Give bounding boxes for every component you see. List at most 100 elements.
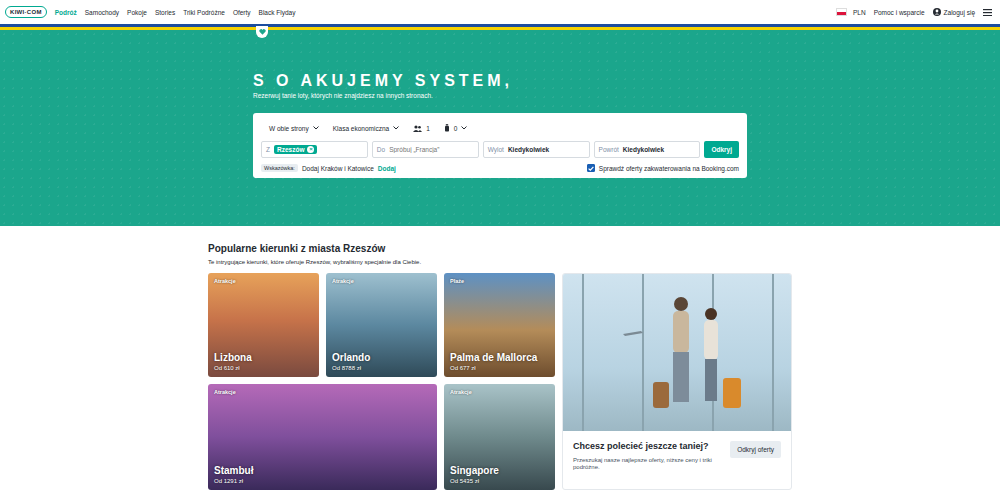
chip-remove-button[interactable]: ×	[307, 146, 314, 153]
search-button[interactable]: Odkryj	[704, 141, 739, 158]
hero: S O AKUJEMY SYSTEM, Rezerwuj tanie loty, …	[0, 30, 1000, 226]
passengers-icon	[413, 125, 422, 132]
destination-info: Singapore Od 5435 zł	[450, 465, 549, 484]
hint-badge: Wskazówka:	[261, 164, 298, 172]
bags-count: 0	[454, 125, 458, 132]
kiwi-logo[interactable]: KIWI·COM	[5, 6, 47, 18]
destination-card[interactable]: Plaże Palma de Mallorca Od 677 zł	[444, 273, 555, 377]
to-label: Do	[377, 146, 385, 153]
promo-description: Przeszukaj nasze najlepsze oferty, niższ…	[573, 457, 722, 473]
login-button[interactable]: Zaloguj się	[933, 8, 975, 16]
hero-title: S O AKUJEMY SYSTEM,	[253, 72, 747, 90]
hero-inner: S O AKUJEMY SYSTEM, Rezerwuj tanie loty, …	[253, 30, 747, 178]
to-input[interactable]	[389, 146, 474, 153]
promo-body: Chcesz polecieć jeszcze taniej? Przeszuka…	[563, 431, 791, 478]
login-label: Zaloguj się	[944, 9, 975, 16]
promo-photo	[563, 274, 791, 431]
search-extras: Wskazówka: Dodaj Kraków i Katowice Dodaj Sp…	[261, 164, 739, 172]
menu-button[interactable]	[983, 9, 992, 16]
nav-right: PLN Pomoc i wsparcie Zaloguj się	[836, 8, 992, 16]
destination-price: Od 8788 zł	[332, 365, 431, 371]
trip-type-label: W obie strony	[269, 125, 309, 132]
hint-add-link[interactable]: Dodaj	[378, 165, 396, 172]
nav-left: KIWI·COM Podróż Samochody Pokoje Stories Trik…	[5, 6, 295, 18]
chevron-down-icon	[393, 126, 399, 130]
destinations-section: Popularne kierunki z miasta Rzeszów Te in…	[208, 226, 792, 490]
destination-info: Orlando Od 8788 zł	[332, 352, 431, 371]
nav-item[interactable]: Pokoje	[127, 7, 147, 18]
destination-price: Od 677 zł	[450, 365, 549, 371]
destination-price: Od 5435 zł	[450, 478, 549, 484]
hint: Wskazówka: Dodaj Kraków i Katowice Dodaj	[261, 164, 396, 172]
trip-type-dropdown[interactable]: W obie strony	[269, 125, 319, 132]
cabin-label: Klasa ekonomiczna	[333, 125, 389, 132]
return-label: Powrót	[599, 146, 619, 153]
bag-icon	[444, 124, 450, 132]
top-nav: KIWI·COM Podróż Samochody Pokoje Stories Trik…	[0, 0, 1000, 24]
search-options: W obie strony Klasa ekonomiczna 1 0	[261, 121, 739, 135]
return-field[interactable]: PowrótKiedykolwiek	[594, 141, 701, 158]
user-icon	[933, 8, 941, 16]
passengers-dropdown[interactable]: 1	[413, 125, 430, 132]
currency-selector[interactable]: PLN	[836, 8, 866, 16]
section-title: Popularne kierunki z miasta Rzeszów	[208, 243, 792, 254]
promo-title: Chcesz polecieć jeszcze taniej?	[573, 441, 722, 453]
destination-tag: Atrakcje	[450, 389, 549, 395]
destination-tag: Atrakcje	[214, 389, 431, 395]
destination-card[interactable]: Atrakcje Stambuł Od 1291 zł	[208, 384, 437, 490]
hint-text: Dodaj Kraków i Katowice	[302, 165, 374, 172]
to-field[interactable]: Do	[372, 141, 479, 158]
destination-city: Orlando	[332, 352, 431, 363]
destination-city: Lizbona	[214, 352, 313, 363]
section-subtitle: Te intrygujące kierunki, które oferuje R…	[208, 259, 792, 265]
destination-city: Singapore	[450, 465, 549, 476]
check-icon	[588, 166, 594, 171]
help-link[interactable]: Pomoc i wsparcie	[874, 9, 925, 16]
booking-checkbox-row[interactable]: Sprawdź oferty zakwaterowania na Booking…	[587, 164, 739, 172]
destination-card[interactable]: Atrakcje Orlando Od 8788 zł	[326, 273, 437, 377]
currency-label: PLN	[853, 9, 866, 16]
destination-city: Palma de Mallorca	[450, 352, 549, 363]
destination-card[interactable]: Atrakcje Singapore Od 5435 zł	[444, 384, 555, 490]
destinations-grid: AtrakcjeLizbonaOd 610 złAtrakcjeOrlandoO…	[208, 273, 792, 490]
nav-item[interactable]: Triki Podróżne	[183, 7, 225, 18]
destination-card[interactable]: Atrakcje Lizbona Od 610 zł	[208, 273, 319, 377]
nav-item[interactable]: Black Flyday	[259, 7, 296, 18]
destination-info: Lizbona Od 610 zł	[214, 352, 313, 371]
passengers-count: 1	[426, 125, 430, 132]
from-chip[interactable]: Rzeszów×	[274, 145, 317, 154]
hamburger-icon	[983, 9, 992, 16]
heart-icon	[259, 29, 266, 35]
booking-label: Sprawdź oferty zakwaterowania na Booking…	[599, 165, 739, 172]
destination-city: Stambuł	[214, 465, 431, 476]
destination-info: Stambuł Od 1291 zł	[214, 465, 431, 484]
booking-checkbox[interactable]	[587, 164, 595, 172]
destination-tag: Atrakcje	[214, 278, 313, 284]
bags-dropdown[interactable]: 0	[444, 124, 468, 132]
chevron-down-icon	[313, 126, 319, 130]
destination-tag: Plaże	[450, 278, 549, 284]
from-label: Z	[266, 146, 270, 153]
promo-button[interactable]: Odkryj oferty	[730, 441, 781, 458]
from-field[interactable]: Z Rzeszów×	[261, 141, 368, 158]
nav-item[interactable]: Samochody	[85, 7, 119, 18]
search-fields: Z Rzeszów× Do Wylot Kiedykolwiek PowrótKiedyk…	[261, 141, 739, 158]
hero-subtitle: Rezerwuj tanie loty, których nie znajdzi…	[253, 92, 747, 99]
travellers-photo-icon	[563, 274, 791, 431]
search-box: W obie strony Klasa ekonomiczna 1 0 Z Rzeszów…	[253, 113, 747, 178]
departure-label: Wylot	[488, 146, 504, 153]
promo-card: Chcesz polecieć jeszcze taniej? Przeszuka…	[562, 273, 792, 490]
departure-value: Kiedykolwiek	[508, 146, 549, 153]
promo-text: Chcesz polecieć jeszcze taniej? Przeszuka…	[573, 441, 722, 472]
heart-badge[interactable]	[256, 26, 268, 38]
nav-item[interactable]: Podróż	[55, 7, 77, 18]
destination-tag: Atrakcje	[332, 278, 431, 284]
chevron-down-icon	[461, 126, 467, 130]
chip-label: Rzeszów	[277, 146, 304, 153]
nav-item[interactable]: Stories	[155, 7, 175, 18]
cabin-dropdown[interactable]: Klasa ekonomiczna	[333, 125, 399, 132]
departure-field[interactable]: Wylot Kiedykolwiek	[483, 141, 590, 158]
destination-price: Od 1291 zł	[214, 478, 431, 484]
destination-price: Od 610 zł	[214, 365, 313, 371]
nav-item[interactable]: Oferty	[233, 7, 251, 18]
